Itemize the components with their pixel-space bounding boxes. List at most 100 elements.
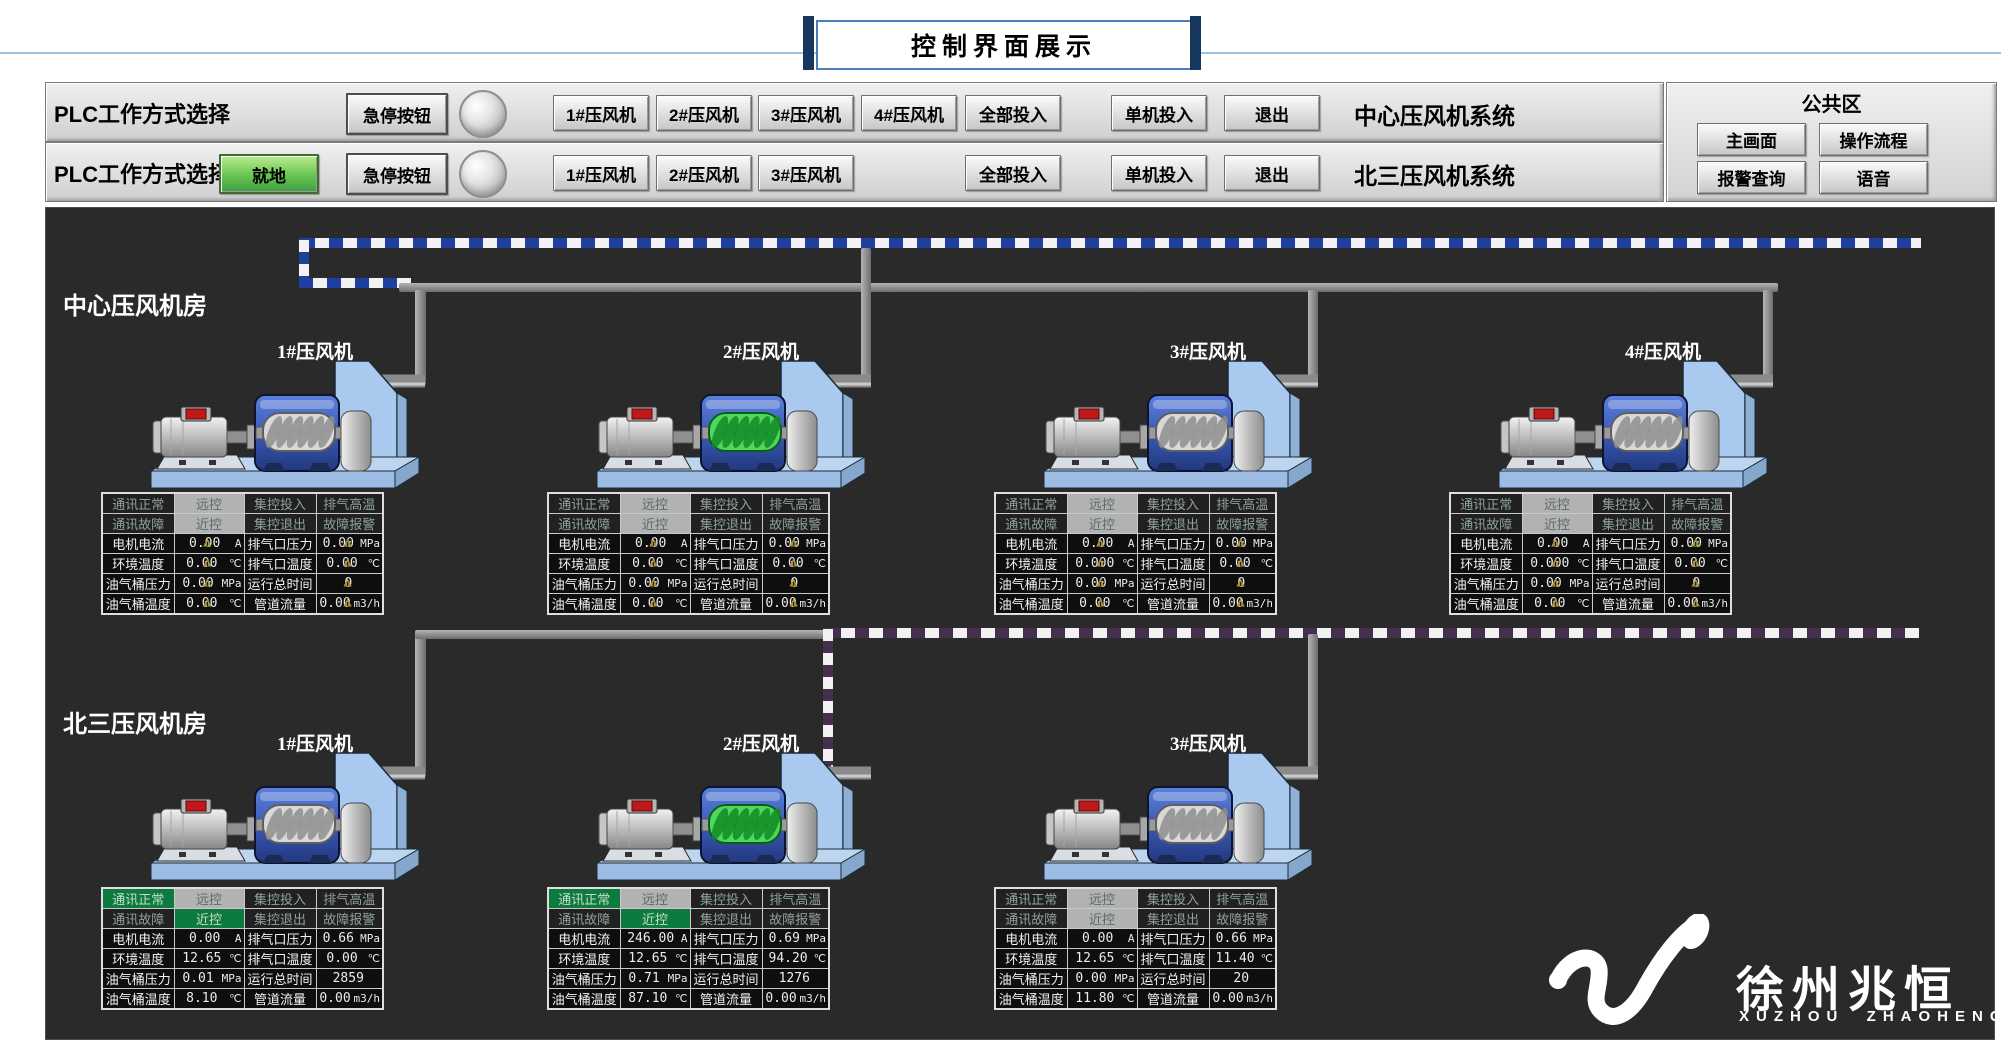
- compressor-3-button[interactable]: 3#压风机: [758, 95, 854, 131]
- status-cell: 远控: [1522, 493, 1592, 514]
- measure-value: 0.00m3/h▲!: [1664, 594, 1731, 615]
- all-engage-button[interactable]: 全部投入: [965, 155, 1061, 191]
- warning-triangle-icon: ▲!: [1092, 534, 1108, 550]
- status-cell: 近控: [1067, 909, 1137, 929]
- measure-label: 油气桶温度: [102, 989, 174, 1010]
- compressor-label: 1#压风机: [250, 729, 380, 756]
- measure-label: 电机电流: [548, 929, 620, 949]
- measure-value: 246.00A: [620, 929, 690, 949]
- measure-value: 0.00m3/h: [316, 989, 383, 1010]
- company-logo: 徐州兆恒 XUZHOU ZHAOHENG: [1506, 908, 1986, 1038]
- compressor-status-table: 通讯正常远控集控投入排气高温通讯故障近控集控退出故障报警电机电流0.00A▲!排…: [994, 492, 1277, 615]
- status-cell: 通讯故障: [995, 514, 1067, 534]
- measure-value: 0.00℃▲!: [1522, 594, 1592, 615]
- single-engage-button[interactable]: 单机投入: [1111, 155, 1207, 191]
- status-cell: 集控投入: [1137, 493, 1209, 514]
- measure-value: 0.00MPa▲!: [1664, 534, 1731, 554]
- measure-label: 排气口温度: [244, 554, 316, 574]
- measure-value: 0.71MPa: [620, 969, 690, 989]
- compressor-status-table: 通讯正常远控集控投入排气高温通讯故障近控集控退出故障报警电机电流246.00A排…: [547, 887, 830, 1010]
- measure-label: 运行总时间: [244, 574, 316, 594]
- compressor-label: 3#压风机: [1143, 337, 1273, 364]
- single-engage-button[interactable]: 单机投入: [1111, 95, 1207, 131]
- measure-label: 油气桶温度: [548, 989, 620, 1010]
- measure-value: 0.00℃▲!: [1664, 554, 1731, 574]
- measure-label: 排气口压力: [244, 929, 316, 949]
- status-cell: 远控: [1067, 493, 1137, 514]
- status-cell: 故障报警: [1664, 514, 1731, 534]
- alarm-query-button[interactable]: 报警查询: [1697, 161, 1806, 194]
- status-cell: 通讯故障: [1450, 514, 1522, 534]
- main-air-pipe: [301, 238, 1921, 248]
- estop-button[interactable]: 急停按钮: [346, 153, 448, 195]
- status-cell: 故障报警: [316, 909, 383, 929]
- toolbar-row-center-system: PLC工作方式选择 急停按钮 1#压风机 2#压风机 3#压风机 4#压风机 全…: [45, 82, 1664, 142]
- status-cell: 通讯正常: [548, 493, 620, 514]
- measure-label: 油气桶压力: [548, 969, 620, 989]
- measure-value: 0.66MPa: [1209, 929, 1276, 949]
- operation-flow-button[interactable]: 操作流程: [1819, 123, 1928, 156]
- measure-value: 0.00℃▲!: [620, 594, 690, 615]
- status-cell: 远控: [620, 493, 690, 514]
- warning-triangle-icon: ▲!: [645, 534, 661, 550]
- compressor-3-button[interactable]: 3#压风机: [758, 155, 854, 191]
- measure-label: 电机电流: [1450, 534, 1522, 554]
- exit-button[interactable]: 退出: [1224, 95, 1320, 131]
- measure-label: 排气口压力: [1137, 534, 1209, 554]
- measure-label: 运行总时间: [1592, 574, 1664, 594]
- measure-value: 0.00A▲!: [1067, 534, 1137, 554]
- measure-value: 0.00A: [1067, 929, 1137, 949]
- status-cell: 近控: [620, 909, 690, 929]
- status-cell: 通讯故障: [548, 909, 620, 929]
- measure-value: 87.10℃: [620, 989, 690, 1010]
- status-cell: 集控投入: [690, 888, 762, 909]
- compressor-1-button[interactable]: 1#压风机: [553, 155, 649, 191]
- warning-triangle-icon: ▲!: [199, 534, 215, 550]
- measure-label: 油气桶温度: [1450, 594, 1522, 615]
- measure-value: 11.80℃: [1067, 989, 1137, 1010]
- local-mode-button[interactable]: 就地: [219, 154, 319, 194]
- warning-triangle-icon: ▲!: [340, 574, 356, 590]
- measure-label: 油气桶压力: [1450, 574, 1522, 594]
- measure-value: 1276: [762, 969, 829, 989]
- measure-value: 0.00m3/h▲!: [762, 594, 829, 615]
- all-engage-button[interactable]: 全部投入: [965, 95, 1061, 131]
- measure-value: 12.65℃: [1067, 949, 1137, 969]
- measure-label: 电机电流: [995, 929, 1067, 949]
- warning-triangle-icon: ▲!: [1233, 534, 1249, 550]
- main-screen-button[interactable]: 主画面: [1697, 123, 1806, 156]
- measure-value: 0.00A▲!: [1522, 534, 1592, 554]
- compressor-1-button[interactable]: 1#压风机: [553, 95, 649, 131]
- measure-label: 环境温度: [995, 949, 1067, 969]
- title-right-bar: [1190, 16, 1201, 70]
- compressor-2-button[interactable]: 2#压风机: [656, 95, 752, 131]
- status-lamp-icon: [459, 150, 507, 198]
- status-cell: 通讯正常: [1450, 493, 1522, 514]
- measure-value: 0.00℃▲!: [762, 554, 829, 574]
- status-cell: 集控投入: [1592, 493, 1664, 514]
- measure-label: 管道流量: [1137, 594, 1209, 615]
- measure-value: 0.00℃: [316, 949, 383, 969]
- status-cell: 排气高温: [762, 493, 829, 514]
- warning-triangle-icon: ▲!: [786, 554, 802, 570]
- warning-triangle-icon: ▲!: [1233, 554, 1249, 570]
- north-air-pipe: [827, 628, 1919, 638]
- compressor-status-table: 通讯正常远控集控投入排气高温通讯故障近控集控退出故障报警电机电流0.00A▲!排…: [101, 492, 384, 615]
- warning-triangle-icon: ▲!: [1688, 534, 1704, 550]
- estop-button[interactable]: 急停按钮: [346, 93, 448, 135]
- measure-value: 0▲!: [1664, 574, 1731, 594]
- measure-value: 0.00℃▲!: [1067, 594, 1137, 615]
- exit-button[interactable]: 退出: [1224, 155, 1320, 191]
- compressor-2-button[interactable]: 2#压风机: [656, 155, 752, 191]
- status-cell: 通讯正常: [995, 493, 1067, 514]
- measure-value: 0.00A▲!: [620, 534, 690, 554]
- status-cell: 排气高温: [762, 888, 829, 909]
- measure-value: 0.00MPa▲!: [1209, 534, 1276, 554]
- status-cell: 近控: [620, 514, 690, 534]
- warning-triangle-icon: ▲!: [1547, 554, 1563, 570]
- compressor-4-button[interactable]: 4#压风机: [861, 95, 957, 131]
- measure-label: 排气口压力: [1592, 534, 1664, 554]
- status-cell: 通讯正常: [102, 493, 174, 514]
- mimic-diagram-area: 中心压风机房 北三压风机房: [45, 207, 1995, 1040]
- voice-button[interactable]: 语音: [1819, 161, 1928, 194]
